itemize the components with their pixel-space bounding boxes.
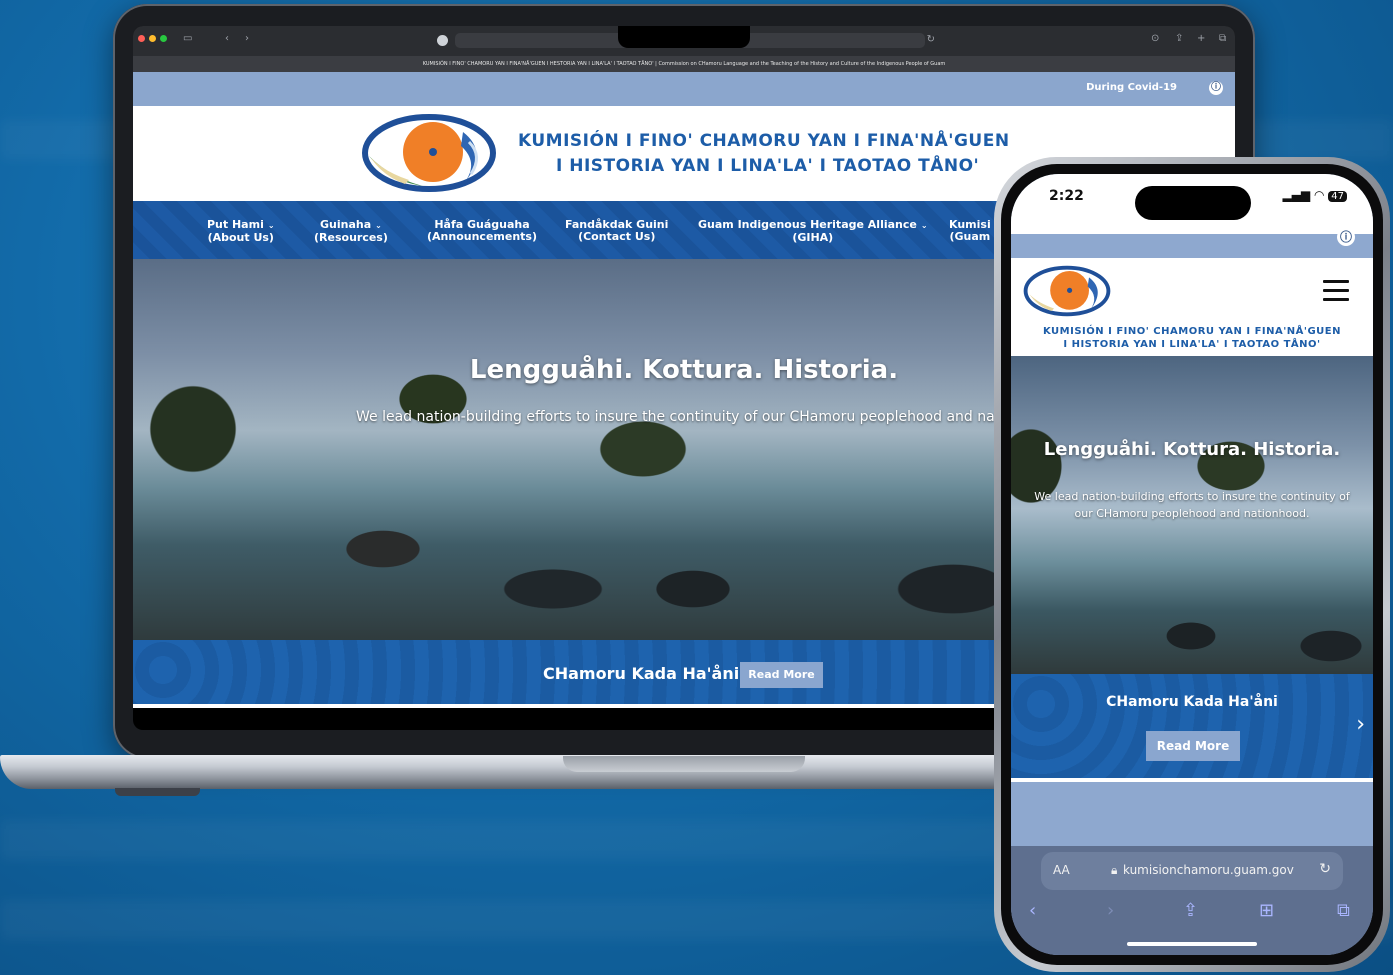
status-time: 2:22 xyxy=(1049,188,1084,204)
chevron-down-icon: ⌄ xyxy=(267,221,275,230)
phone-screen: 2:22 ▂▄▆ ◠ 47 ⓘ KUMISIÓN I FINO' CHAMORU… xyxy=(1011,174,1373,955)
covid-link[interactable]: During Covid-19 xyxy=(1086,82,1177,93)
laptop-base xyxy=(0,755,1060,789)
site-favicon-icon xyxy=(437,35,448,46)
read-more-button[interactable]: Read More xyxy=(740,662,823,688)
dynamic-island xyxy=(1135,186,1251,220)
camera-notch xyxy=(618,26,750,48)
divider xyxy=(1011,778,1373,782)
site-title-line-2: I HISTORIA YAN I LINA'LA' I TAOTAO TÅNO' xyxy=(1063,339,1321,350)
reader-text-size-button[interactable]: AA xyxy=(1053,863,1070,877)
mobile-hero-banner: Lengguåhi. Kottura. Historia. We lead na… xyxy=(1011,356,1373,674)
nav-item-about-us[interactable]: Put Hami ⌄ (About Us) xyxy=(207,219,275,244)
nav-sublabel: (About Us) xyxy=(207,231,274,244)
share-icon[interactable]: ⇪ xyxy=(1175,33,1183,44)
site-title-line-1: KUMISIÓN I FINO' CHAMORU YAN I FINA'NÅ'G… xyxy=(1042,326,1341,337)
battery-icon: 47 xyxy=(1328,191,1347,202)
laptop-base-groove xyxy=(563,756,805,772)
tab-overview-icon[interactable]: ⧉ xyxy=(1219,33,1226,44)
safari-bottom-bar: AA 🔒︎ kumisionchamoru.guam.gov ↻ ‹ › ⇪ ⊞… xyxy=(1011,846,1373,955)
mobile-featured-strip: CHamoru Kada Ha'åni Read More › xyxy=(1011,674,1373,778)
nav-label: Guinaha xyxy=(320,218,372,231)
share-icon[interactable]: ⇪ xyxy=(1183,900,1198,921)
close-window-button[interactable] xyxy=(138,35,145,42)
back-icon[interactable]: ‹ xyxy=(225,33,229,44)
nav-sublabel: (Guam xyxy=(949,230,991,243)
mobile-site-header: KUMISIÓN I FINO' CHAMORU YAN I FINA'NÅ'G… xyxy=(1011,258,1373,356)
nav-label: Guam Indigenous Heritage Alliance xyxy=(698,218,917,231)
new-tab-icon[interactable]: + xyxy=(1197,33,1205,44)
laptop-foot xyxy=(115,788,200,796)
nav-item-contact-us[interactable]: Fandåkdak Guini (Contact Us) xyxy=(565,219,668,243)
hero-subtitle-line-1: We lead nation-building efforts to insur… xyxy=(1034,490,1350,503)
nav-item-announcements[interactable]: Håfa Guáguaha (Announcements) xyxy=(427,219,537,243)
url-text: kumisionchamoru.guam.gov xyxy=(1123,863,1294,877)
featured-title: CHamoru Kada Ha'åni xyxy=(1106,694,1278,710)
reload-icon[interactable]: ↻ xyxy=(927,34,935,45)
hero-title: Lengguåhi. Kottura. Historia. xyxy=(1043,439,1341,460)
chevron-down-icon: ⌄ xyxy=(920,221,928,230)
read-more-button[interactable]: Read More xyxy=(1146,731,1240,761)
wifi-icon: ◠ xyxy=(1313,188,1325,202)
forward-icon[interactable]: › xyxy=(245,33,249,44)
tabs-icon[interactable]: ⧉ xyxy=(1337,900,1350,921)
bookmarks-icon[interactable]: ⊞ xyxy=(1259,900,1274,921)
hero-subtitle: We lead nation-building efforts to insur… xyxy=(356,409,1061,425)
mobile-address-bar[interactable]: AA 🔒︎ kumisionchamoru.guam.gov ↻ xyxy=(1041,852,1343,890)
nav-item-giha[interactable]: Guam Indigenous Heritage Alliance ⌄ (GIHA… xyxy=(698,219,928,244)
site-title-line-2: I HISTORIA YAN I LINA'LA' I TAOTAO TÅNO' xyxy=(556,156,980,176)
nav-item-resources[interactable]: Guinaha ⌄ (Resources) xyxy=(314,219,388,244)
chevron-right-icon[interactable]: › xyxy=(1356,712,1365,737)
nav-label: Put Hami xyxy=(207,218,264,231)
nav-sublabel: (GIHA) xyxy=(792,231,834,244)
sidebar-icon[interactable]: ▭ xyxy=(183,33,192,44)
back-icon[interactable]: ‹ xyxy=(1029,900,1036,921)
nav-sublabel: (Announcements) xyxy=(427,230,537,243)
featured-title: CHamoru Kada Ha'åni xyxy=(543,664,740,683)
download-icon[interactable]: ⊙ xyxy=(1151,33,1159,44)
active-tab-title[interactable]: KUMISIÓN I FINO' CHAMORU YAN I FINA'NÅ'G… xyxy=(133,56,1235,72)
chevron-down-icon: ⌄ xyxy=(375,221,382,230)
lock-icon: 🔒︎ xyxy=(1111,863,1118,877)
zoom-window-button[interactable] xyxy=(160,35,167,42)
commission-eye-logo-icon[interactable] xyxy=(1023,264,1111,318)
hamburger-menu-icon[interactable] xyxy=(1323,280,1349,307)
accessibility-icon[interactable]: ⓘ xyxy=(1337,228,1355,246)
cellular-signal-icon: ▂▄▆ xyxy=(1282,188,1311,202)
site-title-line-1: KUMISIÓN I FINO' CHAMORU YAN I FINA'NÅ'G… xyxy=(518,131,1010,151)
status-icons: ▂▄▆ ◠ 47 xyxy=(1282,188,1347,202)
top-announcement-bar: During Covid-19 ⓘ xyxy=(133,72,1235,106)
home-indicator xyxy=(1127,942,1257,946)
accessibility-icon[interactable]: ⓘ xyxy=(1209,81,1223,95)
hero-subtitle-line-2: our CHamoru peoplehood and nationhood. xyxy=(1074,507,1310,520)
nav-sublabel: (Resources) xyxy=(314,231,388,244)
reload-icon[interactable]: ↻ xyxy=(1319,861,1331,877)
nav-sublabel: (Contact Us) xyxy=(578,230,656,243)
nav-item-kumision[interactable]: Kumisi (Guam xyxy=(949,219,991,243)
commission-eye-logo-icon[interactable] xyxy=(361,112,497,194)
minimize-window-button[interactable] xyxy=(149,35,156,42)
forward-icon[interactable]: › xyxy=(1107,900,1114,921)
